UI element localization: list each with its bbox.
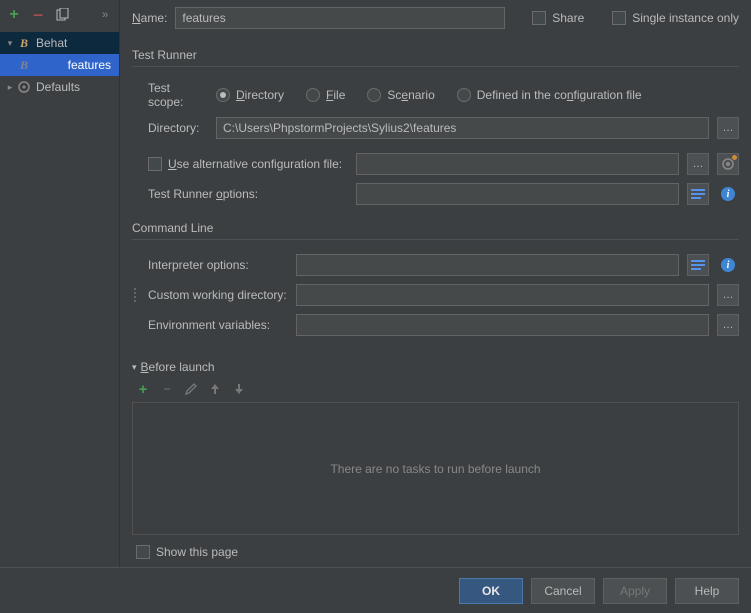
checkbox-icon bbox=[532, 11, 546, 25]
checkbox-icon bbox=[612, 11, 626, 25]
info-button[interactable]: i bbox=[717, 183, 739, 205]
behat-icon: B bbox=[16, 35, 32, 51]
share-checkbox[interactable]: Share bbox=[532, 11, 584, 25]
config-tree[interactable]: ▾ B Behat B features ▸ Defaults bbox=[0, 30, 119, 567]
ok-button[interactable]: OK bbox=[459, 578, 523, 604]
chevron-right-icon: ▸ bbox=[4, 82, 16, 93]
single-instance-checkbox[interactable]: Single instance only bbox=[612, 11, 739, 25]
move-up-button[interactable] bbox=[206, 380, 224, 398]
copy-config-button[interactable] bbox=[52, 5, 72, 25]
cwd-label: Custom working directory: bbox=[148, 288, 288, 302]
remove-config-button[interactable]: − bbox=[28, 5, 48, 25]
expand-options-button[interactable] bbox=[687, 183, 709, 205]
test-runner-title: Test Runner bbox=[132, 44, 739, 67]
tree-node-label: Defaults bbox=[36, 80, 115, 94]
add-task-button[interactable]: + bbox=[134, 380, 152, 398]
runner-options-label: Test Runner options: bbox=[148, 187, 348, 201]
env-input[interactable] bbox=[296, 314, 709, 336]
browse-directory-button[interactable]: … bbox=[717, 117, 739, 139]
tree-node-label: Behat bbox=[36, 36, 115, 50]
gear-icon bbox=[16, 79, 32, 95]
apply-button[interactable]: Apply bbox=[603, 578, 667, 604]
tree-node-features[interactable]: B features bbox=[0, 54, 119, 76]
radio-icon bbox=[367, 88, 381, 102]
runner-options-input[interactable] bbox=[356, 183, 679, 205]
tree-node-behat[interactable]: ▾ B Behat bbox=[0, 32, 119, 54]
interpreter-input[interactable] bbox=[296, 254, 679, 276]
env-label: Environment variables: bbox=[148, 318, 288, 332]
browse-env-button[interactable]: … bbox=[717, 314, 739, 336]
empty-list-text: There are no tasks to run before launch bbox=[330, 462, 540, 476]
tree-node-defaults[interactable]: ▸ Defaults bbox=[0, 76, 119, 98]
scope-directory-radio[interactable]: Directory bbox=[216, 88, 284, 102]
command-line-title: Command Line bbox=[132, 217, 739, 240]
expand-toolbar-button[interactable]: » bbox=[95, 5, 115, 25]
alt-config-checkbox[interactable]: Use alternative configuration file: bbox=[148, 157, 348, 171]
add-config-button[interactable]: + bbox=[4, 5, 24, 25]
move-down-button[interactable] bbox=[230, 380, 248, 398]
browse-alt-config-button[interactable]: … bbox=[687, 153, 709, 175]
browse-cwd-button[interactable]: … bbox=[717, 284, 739, 306]
directory-label: Directory: bbox=[148, 121, 208, 135]
before-launch-toggle[interactable]: ▾ Before launch bbox=[132, 358, 739, 376]
interpreter-label: Interpreter options: bbox=[148, 258, 288, 272]
scope-scenario-radio[interactable]: Scenario bbox=[367, 88, 434, 102]
info-button[interactable]: i bbox=[717, 254, 739, 276]
scope-config-radio[interactable]: Defined in the configuration file bbox=[457, 88, 642, 102]
before-launch-list[interactable]: There are no tasks to run before launch bbox=[132, 402, 739, 535]
name-input[interactable] bbox=[175, 7, 505, 29]
show-page-checkbox[interactable]: Show this page bbox=[136, 545, 238, 559]
remove-task-button[interactable]: − bbox=[158, 380, 176, 398]
tree-node-label: features bbox=[36, 58, 115, 72]
test-scope-label: Test scope: bbox=[148, 81, 208, 109]
expand-interpreter-button[interactable] bbox=[687, 254, 709, 276]
chevron-down-icon: ▾ bbox=[4, 38, 16, 49]
name-label: Name: bbox=[132, 11, 167, 25]
radio-icon bbox=[216, 88, 230, 102]
radio-icon bbox=[457, 88, 471, 102]
edit-task-button[interactable] bbox=[182, 380, 200, 398]
help-button[interactable]: Help bbox=[675, 578, 739, 604]
scope-file-radio[interactable]: File bbox=[306, 88, 345, 102]
behat-icon: B bbox=[16, 57, 32, 73]
cancel-button[interactable]: Cancel bbox=[531, 578, 595, 604]
cwd-input[interactable] bbox=[296, 284, 709, 306]
alt-config-input[interactable] bbox=[356, 153, 679, 175]
chevron-down-icon: ▾ bbox=[132, 362, 137, 373]
checkbox-icon bbox=[148, 157, 162, 171]
config-gear-button[interactable] bbox=[717, 153, 739, 175]
checkbox-icon bbox=[136, 545, 150, 559]
radio-icon bbox=[306, 88, 320, 102]
directory-input[interactable] bbox=[216, 117, 709, 139]
